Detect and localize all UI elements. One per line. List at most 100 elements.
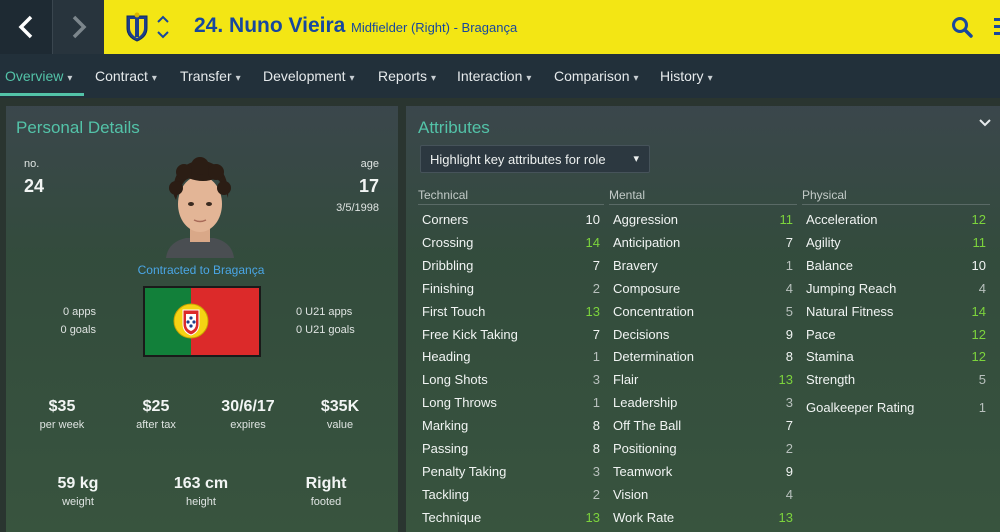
tab-label: Contract bbox=[95, 68, 148, 84]
attribute-name: Decisions bbox=[613, 326, 670, 342]
footed-label: footed bbox=[310, 496, 342, 508]
attribute-row[interactable]: Aggression 11 bbox=[609, 208, 797, 230]
search-icon[interactable] bbox=[950, 15, 974, 39]
tab-overview[interactable]: Overview ▾ bbox=[5, 68, 72, 84]
attribute-row[interactable]: Composure 4 bbox=[609, 277, 797, 299]
attribute-row[interactable]: Dribbling 7 bbox=[418, 254, 604, 276]
attribute-row[interactable]: Off The Ball 7 bbox=[609, 414, 797, 436]
attribute-row[interactable]: Acceleration 12 bbox=[802, 208, 990, 230]
club-badge-icon[interactable] bbox=[124, 12, 150, 42]
tab-development[interactable]: Development ▾ bbox=[263, 68, 355, 84]
tab-transfer[interactable]: Transfer ▾ bbox=[180, 68, 241, 84]
chevron-down-icon: ▾ bbox=[633, 153, 639, 165]
attribute-value: 11 bbox=[779, 212, 794, 227]
tab-interaction[interactable]: Interaction ▾ bbox=[457, 68, 531, 84]
attribute-row[interactable]: Teamwork 9 bbox=[609, 460, 797, 482]
chevron-down-icon: ▾ bbox=[349, 73, 355, 84]
attribute-row[interactable]: Strength 5 bbox=[802, 368, 990, 390]
attribute-row[interactable]: Finishing 2 bbox=[418, 277, 604, 299]
u21-goals-count: 0 U21 goals bbox=[296, 324, 355, 336]
attribute-value: 14 bbox=[971, 303, 986, 319]
attribute-value: 9 bbox=[785, 326, 793, 342]
attribute-row[interactable]: Flair 13 bbox=[609, 368, 797, 390]
attribute-row[interactable]: Free Kick Taking 7 bbox=[418, 323, 604, 345]
attribute-value: 7 bbox=[785, 234, 793, 250]
attribute-row[interactable]: Crossing 14 bbox=[418, 231, 604, 253]
highlight-role-dropdown[interactable]: Highlight key attributes for role ▾ bbox=[420, 145, 650, 173]
tab-reports[interactable]: Reports ▾ bbox=[378, 68, 436, 84]
tab-comparison[interactable]: Comparison ▾ bbox=[554, 68, 639, 84]
attribute-name: Free Kick Taking bbox=[422, 326, 518, 342]
age-value: 17 bbox=[358, 176, 379, 196]
attribute-name: Finishing bbox=[422, 280, 475, 296]
attribute-row[interactable]: Passing 8 bbox=[418, 437, 604, 459]
attribute-row[interactable]: First Touch 13 bbox=[418, 300, 604, 322]
contract-club-link[interactable]: Contracted to Bragança bbox=[116, 263, 286, 277]
attribute-row[interactable]: Decisions 9 bbox=[609, 323, 797, 345]
dropdown-label: Highlight key attributes for role bbox=[430, 152, 606, 167]
attribute-row[interactable]: Pace 12 bbox=[802, 323, 990, 345]
attribute-row[interactable]: Leadership 3 bbox=[609, 391, 797, 413]
attribute-row[interactable]: Corners 10 bbox=[418, 208, 604, 230]
active-tab-indicator bbox=[0, 93, 84, 96]
attribute-value: 1 bbox=[592, 349, 600, 365]
attribute-value: 2 bbox=[785, 441, 793, 456]
attribute-row[interactable]: Penalty Taking 3 bbox=[418, 460, 604, 482]
attribute-name: Flair bbox=[613, 372, 639, 388]
attribute-row[interactable]: Technique 13 bbox=[418, 506, 604, 528]
attribute-value: 8 bbox=[785, 349, 793, 365]
tab-label: Development bbox=[263, 68, 346, 84]
attribute-name: Pace bbox=[806, 326, 836, 342]
attribute-row[interactable]: Marking 8 bbox=[418, 414, 604, 436]
attribute-row[interactable]: Concentration 5 bbox=[609, 300, 797, 322]
attribute-name: Teamwork bbox=[613, 463, 673, 479]
attribute-value: 8 bbox=[592, 441, 600, 456]
tab-contract[interactable]: Contract ▾ bbox=[95, 68, 157, 84]
u21-apps-count: 0 U21 apps bbox=[296, 306, 353, 318]
attribute-row[interactable]: Heading 1 bbox=[418, 345, 604, 367]
menu-icon[interactable] bbox=[994, 18, 1000, 36]
attribute-value: 13 bbox=[778, 372, 793, 388]
tab-label: Transfer bbox=[180, 68, 232, 84]
chevron-down-icon: ▾ bbox=[431, 73, 437, 84]
number-label: no. bbox=[24, 158, 40, 170]
attribute-name: Anticipation bbox=[613, 234, 681, 250]
tab-history[interactable]: History ▾ bbox=[660, 68, 713, 84]
goalkeeper-rating-row[interactable]: Goalkeeper Rating 1 bbox=[802, 396, 990, 418]
attribute-row[interactable]: Anticipation 7 bbox=[609, 231, 797, 253]
attribute-value: 12 bbox=[971, 212, 986, 227]
attribute-row[interactable]: Natural Fitness 14 bbox=[802, 300, 990, 322]
attribute-name: Crossing bbox=[422, 234, 474, 250]
up-down-chevron-icon[interactable] bbox=[156, 12, 170, 42]
attribute-row[interactable]: Agility 11 bbox=[802, 231, 990, 253]
chevron-down-icon[interactable] bbox=[978, 116, 992, 130]
top-header: 24. Nuno Vieira Midfielder (Right) - Bra… bbox=[0, 0, 1000, 54]
forward-button[interactable] bbox=[52, 0, 104, 54]
attribute-name: Technique bbox=[422, 509, 482, 525]
attribute-name: Jumping Reach bbox=[806, 280, 897, 296]
attribute-name: Heading bbox=[422, 349, 471, 365]
attribute-row[interactable]: Work Rate 13 bbox=[609, 506, 797, 528]
back-button[interactable] bbox=[0, 0, 52, 54]
player-position-club[interactable]: Midfielder (Right) - Bragança bbox=[351, 20, 517, 35]
attribute-row[interactable]: Long Shots 3 bbox=[418, 368, 604, 390]
attribute-row[interactable]: Vision 4 bbox=[609, 483, 797, 505]
wage-label: per week bbox=[39, 419, 85, 431]
tab-label: History bbox=[660, 68, 704, 84]
attribute-row[interactable]: Stamina 12 bbox=[802, 345, 990, 367]
attribute-row[interactable]: Balance 10 bbox=[802, 254, 990, 276]
attribute-name: Long Shots bbox=[422, 372, 488, 388]
attribute-name: Aggression bbox=[613, 212, 679, 227]
attribute-value: 2 bbox=[592, 280, 600, 296]
attribute-row[interactable]: Determination 8 bbox=[609, 345, 797, 367]
attribute-name: Passing bbox=[422, 441, 469, 456]
attribute-row[interactable]: Bravery 1 bbox=[609, 254, 797, 276]
attribute-row[interactable]: Long Throws 1 bbox=[418, 391, 604, 413]
attribute-row[interactable]: Positioning 2 bbox=[609, 437, 797, 459]
player-photo bbox=[166, 157, 234, 258]
attribute-row[interactable]: Tackling 2 bbox=[418, 483, 604, 505]
mental-header: Mental bbox=[609, 188, 646, 202]
date-of-birth: 3/5/1998 bbox=[336, 202, 379, 214]
attribute-row[interactable]: Jumping Reach 4 bbox=[802, 277, 990, 299]
chevron-down-icon: ▾ bbox=[235, 73, 241, 84]
